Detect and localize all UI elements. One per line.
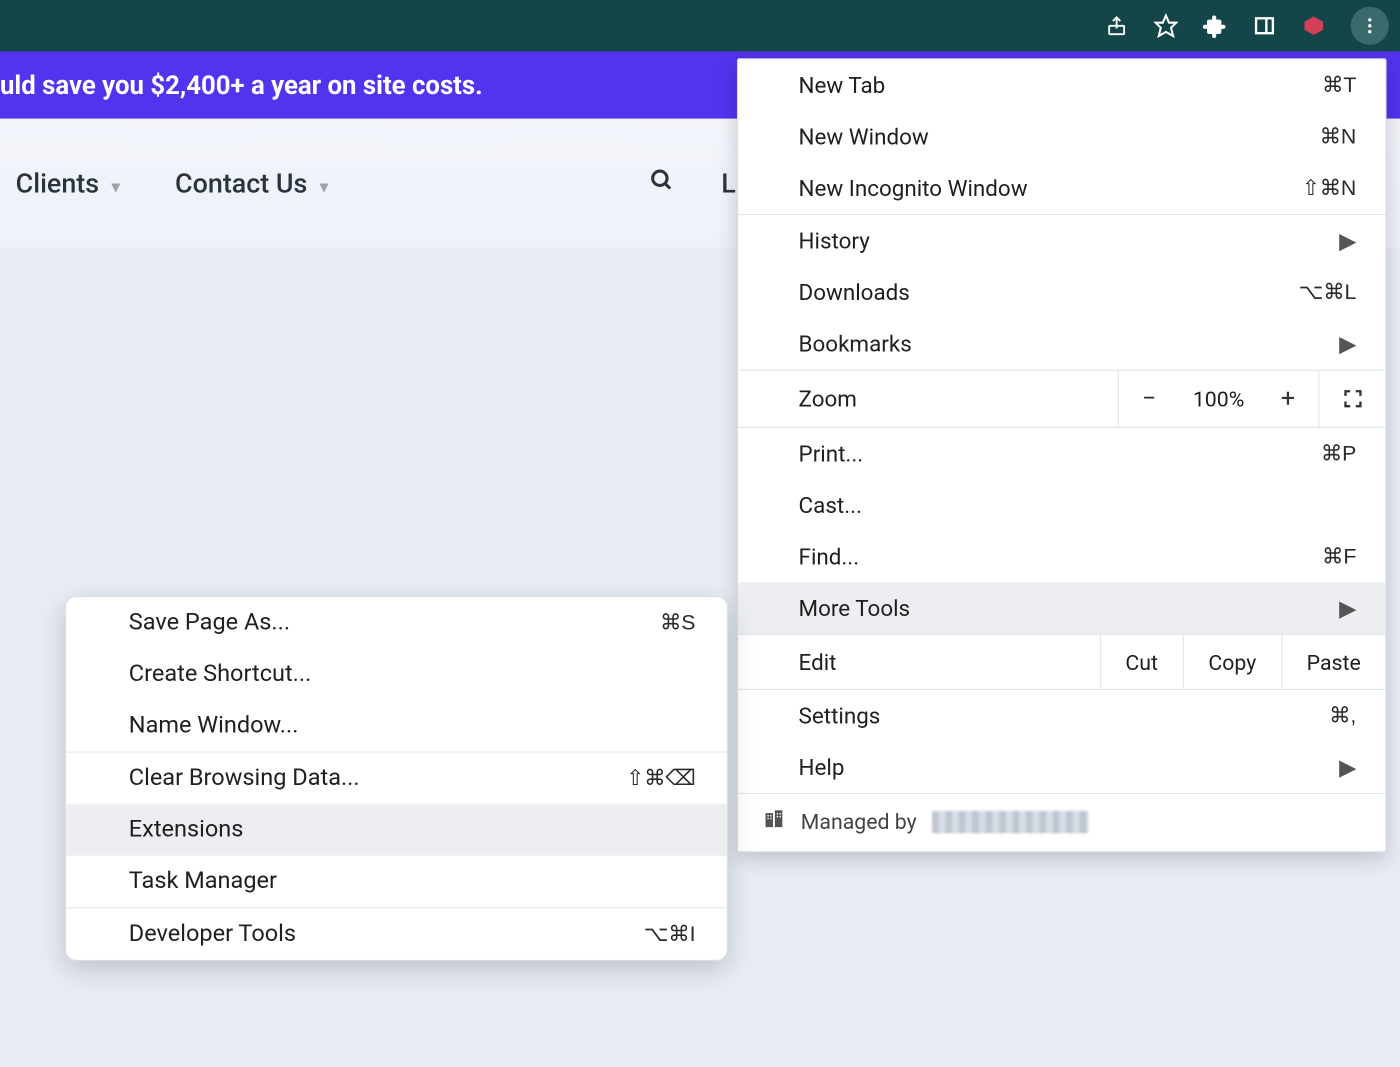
shortcut-label: ⌘, [1329, 703, 1356, 729]
shortcut-label: ⌘S [660, 610, 695, 636]
menu-new-incognito[interactable]: New Incognito Window ⇧⌘N [738, 162, 1385, 214]
zoom-label: Zoom [738, 371, 1119, 427]
chevron-down-icon: ▼ [316, 179, 332, 197]
shortcut-label: ⌘T [1322, 72, 1356, 98]
building-icon [763, 808, 785, 836]
more-tools-submenu: Save Page As... ⌘S Create Shortcut... Na… [65, 596, 728, 961]
menu-downloads[interactable]: Downloads ⌥⌘L [738, 267, 1385, 319]
shortcut-label: ⇧⌘N [1302, 175, 1356, 201]
nav-contact[interactable]: Contact Us ▼ [175, 168, 332, 199]
side-panel-icon[interactable] [1252, 13, 1277, 38]
search-icon[interactable] [650, 168, 675, 199]
menu-new-window[interactable]: New Window ⌘N [738, 111, 1385, 163]
submenu-developer-tools[interactable]: Developer Tools ⌥⌘I [66, 908, 727, 960]
nav-clients[interactable]: Clients ▼ [16, 168, 124, 199]
promo-text: uld save you $2,400+ a year on site cost… [0, 70, 483, 100]
edit-cut-button[interactable]: Cut [1100, 635, 1183, 689]
submenu-name-window[interactable]: Name Window... [66, 700, 727, 752]
extensions-puzzle-icon[interactable] [1203, 13, 1228, 38]
shortcut-label: ⌘P [1321, 441, 1356, 467]
menu-cast[interactable]: Cast... [738, 479, 1385, 531]
nav-cut-letter: L [721, 168, 736, 199]
shortcut-label: ⌥⌘L [1299, 279, 1357, 305]
managed-by-label: Managed by [801, 809, 917, 835]
menu-managed-by[interactable]: Managed by [738, 793, 1385, 851]
browser-more-button[interactable] [1351, 7, 1389, 45]
browser-menu: New Tab ⌘T New Window ⌘N New Incognito W… [737, 58, 1387, 852]
fullscreen-button[interactable] [1318, 371, 1385, 427]
menu-find[interactable]: Find... ⌘F [738, 531, 1385, 583]
shortcut-label: ⌘N [1320, 124, 1357, 150]
chevron-right-icon: ▶ [1339, 227, 1356, 254]
menu-history[interactable]: History ▶ [738, 215, 1385, 267]
zoom-percent: 100% [1179, 386, 1257, 412]
menu-bookmarks[interactable]: Bookmarks ▶ [738, 318, 1385, 370]
edit-label: Edit [738, 648, 1100, 675]
submenu-save-page[interactable]: Save Page As... ⌘S [66, 597, 727, 649]
menu-more-tools[interactable]: More Tools ▶ [738, 582, 1385, 634]
menu-settings[interactable]: Settings ⌘, [738, 690, 1385, 742]
menu-edit: Edit Cut Copy Paste [738, 634, 1385, 690]
edit-copy-button[interactable]: Copy [1183, 635, 1281, 689]
submenu-extensions[interactable]: Extensions [66, 804, 727, 856]
chevron-right-icon: ▶ [1339, 330, 1356, 357]
shortcut-label: ⌘F [1322, 544, 1356, 570]
menu-help[interactable]: Help ▶ [738, 741, 1385, 793]
zoom-in-button[interactable]: + [1258, 385, 1318, 413]
profile-avatar-icon[interactable] [1301, 13, 1326, 38]
chevron-down-icon: ▼ [108, 179, 124, 197]
share-icon[interactable] [1104, 13, 1129, 38]
edit-paste-button[interactable]: Paste [1281, 635, 1386, 689]
menu-zoom: Zoom − 100% + [738, 370, 1385, 428]
submenu-task-manager[interactable]: Task Manager [66, 856, 727, 908]
zoom-out-button[interactable]: − [1119, 385, 1179, 413]
shortcut-label: ⌥⌘I [644, 921, 696, 947]
chevron-right-icon: ▶ [1339, 595, 1356, 622]
chevron-right-icon: ▶ [1339, 754, 1356, 781]
star-icon[interactable] [1154, 13, 1179, 38]
menu-new-tab[interactable]: New Tab ⌘T [738, 59, 1385, 111]
shortcut-label: ⇧⌘⌫ [626, 766, 695, 792]
submenu-create-shortcut[interactable]: Create Shortcut... [66, 648, 727, 700]
browser-toolbar [0, 0, 1400, 52]
submenu-clear-browsing-data[interactable]: Clear Browsing Data... ⇧⌘⌫ [66, 753, 727, 805]
menu-print[interactable]: Print... ⌘P [738, 428, 1385, 480]
managed-org-redacted [932, 810, 1089, 832]
